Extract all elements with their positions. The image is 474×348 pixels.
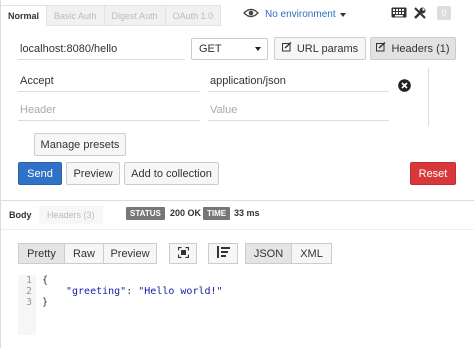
tab-response-headers[interactable]: Headers (3) [39, 206, 103, 224]
line-number: 1 [25, 275, 32, 286]
environment-label: No environment [265, 9, 336, 20]
code-line: "greeting": "Hello world!" [42, 286, 223, 297]
line-gutter: 1 2 3 [18, 275, 36, 335]
code-line: { [42, 275, 223, 286]
json-colon: : [126, 286, 139, 297]
method-value: GET [199, 43, 222, 55]
headers-label: Headers (1) [391, 42, 450, 55]
wrap-lines-icon [216, 246, 230, 261]
wrench-icon[interactable] [413, 6, 427, 23]
tab-basic-auth[interactable]: Basic Auth [47, 5, 105, 26]
open-brace: { [42, 275, 49, 286]
edit-icon [376, 41, 386, 55]
close-brace: } [42, 297, 49, 308]
editor-divider [428, 68, 429, 126]
send-button[interactable]: Send [18, 162, 62, 185]
code-lines: { "greeting": "Hello world!" } [42, 275, 223, 308]
header-value-field[interactable]: application/json [208, 70, 389, 92]
json-button[interactable]: JSON [245, 243, 292, 264]
tab-normal[interactable]: Normal [1, 5, 48, 26]
time-label: TIME [203, 207, 231, 220]
fullscreen-button[interactable] [169, 243, 197, 264]
response-body: 1 2 3 { "greeting": "Hello world!" } [18, 275, 463, 335]
raw-button[interactable]: Raw [64, 243, 104, 264]
manage-presets-button[interactable]: Manage presets [34, 133, 126, 156]
json-value: "Hello world!" [138, 286, 223, 297]
xml-button[interactable]: XML [291, 243, 332, 264]
notification-badge[interactable]: 0 [437, 6, 451, 20]
auth-tabs: Normal Basic Auth Digest Auth OAuth 1.0 [1, 5, 222, 26]
header-value-placeholder[interactable]: Value [208, 99, 389, 121]
chevron-down-icon [339, 12, 346, 17]
status-label: STATUS [126, 207, 165, 220]
response-preview-button[interactable]: Preview [103, 243, 157, 264]
url-params-label: URL params [296, 42, 359, 55]
reset-button[interactable]: Reset [410, 162, 456, 185]
add-to-collection-button[interactable]: Add to collection [124, 162, 219, 185]
tab-oauth[interactable]: OAuth 1.0 [165, 5, 222, 26]
line-number: 3 [25, 297, 32, 308]
method-select[interactable]: GET [191, 38, 268, 60]
time-value: 33 ms [234, 208, 260, 218]
edit-icon [281, 41, 292, 55]
section-divider [1, 200, 474, 201]
url-input[interactable]: localhost:8080/hello [18, 38, 185, 60]
line-number: 2 [25, 286, 32, 297]
wrap-lines-button[interactable] [208, 243, 238, 264]
url-params-button[interactable]: URL params [274, 37, 366, 60]
eye-icon [243, 8, 259, 21]
tab-body[interactable]: Body [1, 206, 41, 224]
chevron-down-icon [255, 47, 261, 51]
code-line: } [42, 297, 223, 308]
fullscreen-icon [177, 246, 189, 261]
preview-button[interactable]: Preview [66, 162, 120, 185]
app-root: Normal Basic Auth Digest Auth OAuth 1.0 … [0, 0, 474, 348]
json-key: "greeting" [66, 286, 127, 297]
headers-button[interactable]: Headers (1) [370, 37, 456, 60]
pretty-button[interactable]: Pretty [18, 243, 65, 264]
environment-selector[interactable]: No environment [243, 8, 346, 21]
header-key-field[interactable]: Accept [18, 70, 200, 92]
top-bar: Normal Basic Auth Digest Auth OAuth 1.0 … [1, 0, 474, 30]
tab-digest-auth[interactable]: Digest Auth [104, 5, 166, 26]
status-value: 200 OK [170, 208, 202, 218]
header-key-placeholder[interactable]: Header [18, 99, 200, 121]
keyboard-icon[interactable] [391, 7, 407, 21]
remove-icon[interactable] [398, 79, 411, 95]
